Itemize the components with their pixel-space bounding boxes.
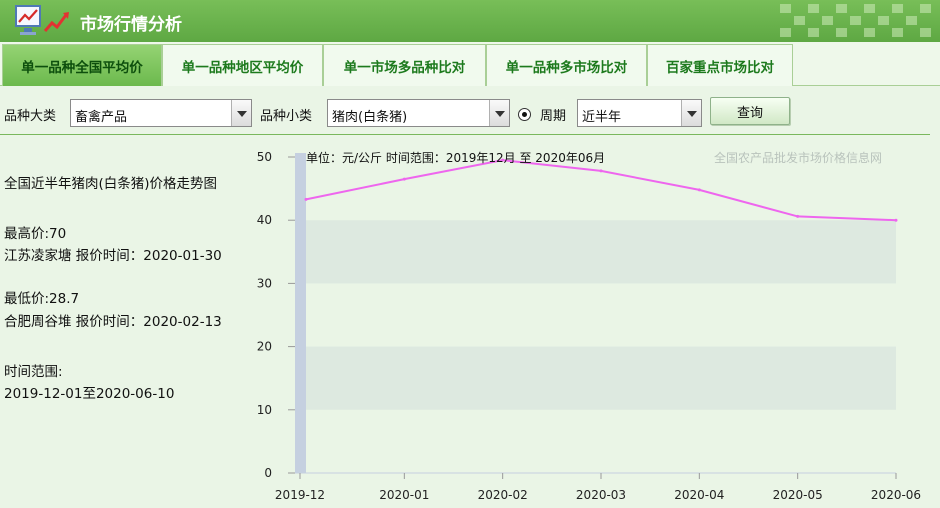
x-tick-label: 2019-12 [275,488,325,502]
grid-band [306,220,896,284]
tab-market-multi-product[interactable]: 单一市场多品种比对 [323,44,486,86]
min-price: 最低价:28.7 [4,291,80,307]
divider [0,134,930,135]
series-line [305,159,897,222]
y-axis-bar [295,153,306,473]
time-range-label: 时间范围: [4,364,63,380]
price-trend-chart: 0 10 20 30 40 50 2019-12 2020-01 2020-02 2020-03 2… [257,150,921,502]
grid-band [306,346,896,410]
y-tick-label: 40 [257,213,272,227]
tab-national-average[interactable]: 单一品种全国平均价 [2,44,162,86]
data-point [599,169,603,173]
chevron-down-icon[interactable] [489,100,509,126]
chart-title: 单位：元/公斤 时间范围：2019年12月 至 2020年06月 [306,150,605,165]
chevron-down-icon[interactable] [231,100,251,126]
tab-key-markets[interactable]: 百家重点市场比对 [647,44,793,86]
period-radio[interactable] [518,108,531,121]
category-value: 畜禽产品 [75,110,128,125]
time-range-value: 2019-12-01至2020-06-10 [4,386,175,402]
x-tick-label: 2020-02 [478,488,528,502]
y-tick-label: 50 [257,150,272,164]
x-tick-label: 2020-05 [773,488,823,502]
chart-monitor-icon [15,5,69,35]
chevron-down-icon[interactable] [681,100,701,126]
x-tick-label: 2020-03 [576,488,626,502]
category-select[interactable]: 畜禽产品 [70,99,252,127]
data-point [697,188,701,192]
max-price-detail: 江苏凌家塘 报价时间：2020-01-30 [4,248,222,264]
max-price: 最高价:70 [4,226,67,242]
period-select[interactable]: 近半年 [577,99,702,127]
period-label: 周期 [540,109,567,124]
filter-row: 品种大类 畜禽产品 品种小类 猪肉(白条猪) 周期 近半年 查询 [0,94,940,132]
x-tick-label: 2020-06 [871,488,921,502]
period-value: 近半年 [582,110,622,125]
data-point [894,218,898,222]
category-label: 品种大类 [4,109,57,124]
y-tick-label: 0 [264,466,272,480]
subcategory-value: 猪肉(白条猪) [332,110,408,125]
subcategory-select[interactable]: 猪肉(白条猪) [327,99,510,127]
chart-heading: 全国近半年猪肉(白条猪)价格走势图 [4,176,218,192]
data-point [402,177,406,181]
data-point [796,214,800,218]
tab-regional-average[interactable]: 单一品种地区平均价 [162,44,323,86]
x-tick-label: 2020-04 [674,488,724,502]
tab-product-multi-market[interactable]: 单一品种多市场比对 [486,44,647,86]
y-tick-label: 30 [257,276,272,290]
y-tick-label: 10 [257,403,272,417]
app-header: 市场行情分析 [0,0,940,42]
tab-bar: 单一品种全国平均价 单一品种地区平均价 单一市场多品种比对 单一品种多市场比对 … [0,42,940,86]
app-title: 市场行情分析 [80,15,182,35]
subcategory-label: 品种小类 [260,109,313,124]
query-button[interactable]: 查询 [710,97,790,125]
min-price-detail: 合肥周谷堆 报价时间：2020-02-13 [4,314,222,330]
header-pattern [780,4,938,40]
data-point [304,197,308,201]
chart-watermark: 全国农产品批发市场价格信息网 [714,150,882,165]
y-tick-label: 20 [257,340,272,354]
x-tick-label: 2020-01 [379,488,429,502]
